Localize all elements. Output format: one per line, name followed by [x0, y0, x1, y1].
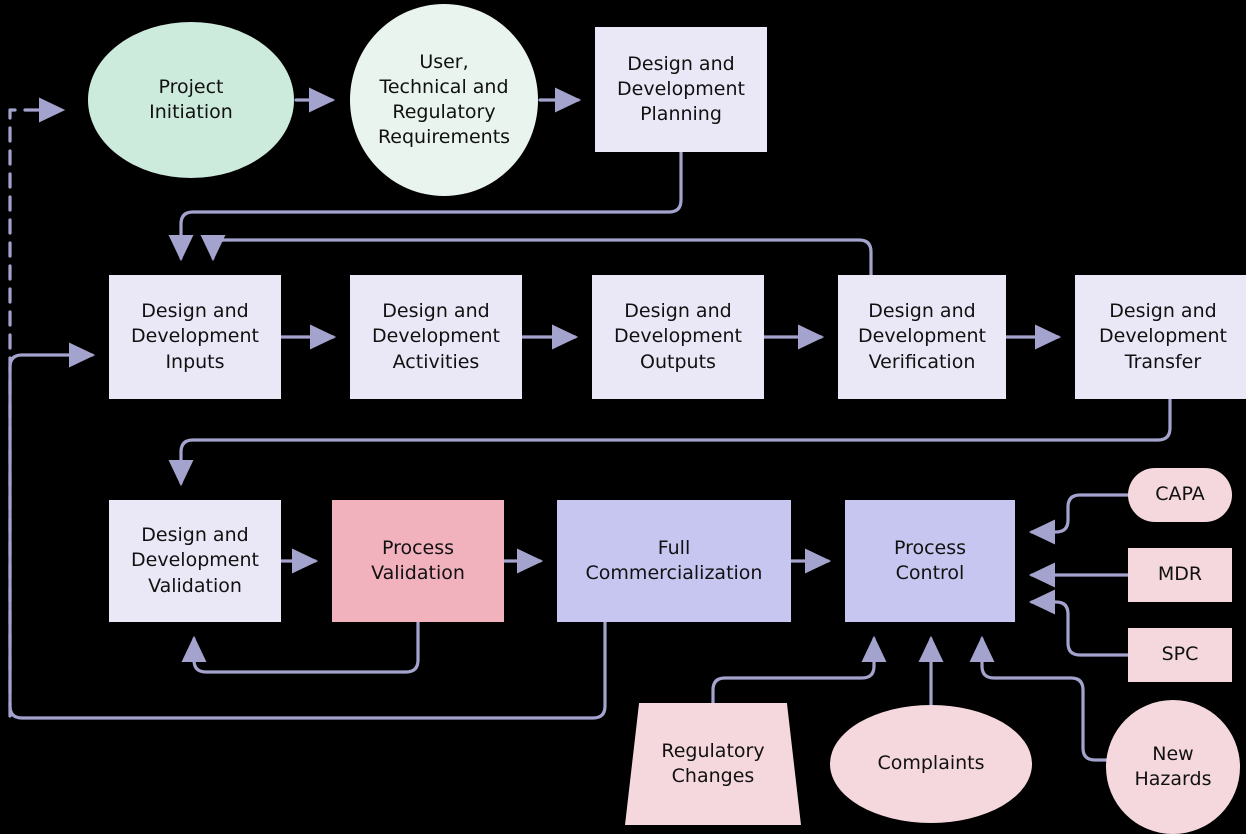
edge-spc-to-process-control — [1028, 589, 1130, 657]
node-label-line: Development — [858, 325, 986, 348]
node-new-hazards[interactable]: New Hazards — [1106, 700, 1240, 834]
node-label-line: Design and — [141, 300, 249, 323]
node-label-line: Initiation — [149, 101, 233, 123]
node-label-line: Design and — [141, 524, 249, 547]
node-label-line: Planning — [640, 103, 722, 126]
edge-commercialization-to-inputs-loop — [8, 342, 607, 720]
node-label-line: Design and — [1109, 300, 1217, 323]
node-label-line: Commercialization — [585, 562, 763, 584]
node-dd-activities[interactable]: Design and Development Activities — [350, 275, 522, 399]
node-label-line: Development — [614, 325, 742, 348]
node-label-line: Control — [895, 562, 965, 584]
node-label-line: Development — [1099, 325, 1227, 348]
node-dd-transfer[interactable]: Design and Development Transfer — [1075, 275, 1246, 399]
node-full-commercialization[interactable]: Full Commercialization — [557, 500, 791, 622]
node-label-line: Technical and — [379, 75, 509, 98]
node-label-line: Validation — [148, 574, 242, 597]
node-dd-outputs[interactable]: Design and Development Outputs — [592, 275, 764, 399]
edge-verification-to-inputs — [200, 234, 873, 277]
node-label-line: Process — [893, 536, 967, 559]
node-label-line: CAPA — [1155, 483, 1205, 506]
node-label-line: Activities — [392, 350, 480, 373]
node-label-line: Inputs — [165, 350, 225, 373]
node-label-line: Development — [617, 77, 745, 100]
node-label-line: User, — [419, 50, 469, 73]
node-regulatory-changes[interactable]: Regulatory Changes — [625, 703, 801, 825]
edge-process-validation-to-validation-loop — [181, 620, 420, 674]
node-label-line: Complaints — [877, 752, 985, 775]
edge-regulatory-changes-to-process-control — [711, 635, 887, 705]
node-label-line: Development — [372, 325, 500, 348]
node-label-line: MDR — [1157, 563, 1203, 586]
node-dd-verification[interactable]: Design and Development Verification — [838, 275, 1006, 399]
node-dd-validation[interactable]: Design and Development Validation — [109, 500, 281, 622]
edge-external-to-project-initiation — [8, 97, 66, 718]
node-label-line: Design and — [868, 300, 976, 323]
node-label-line: Regulatory — [661, 739, 765, 762]
node-label-line: Design and — [624, 300, 732, 323]
node-label-line: Development — [131, 325, 259, 348]
node-label-line: Full — [657, 536, 691, 559]
node-dd-planning[interactable]: Design and Development Planning — [595, 27, 767, 152]
node-process-control[interactable]: Process Control — [845, 500, 1015, 622]
node-mdr[interactable]: MDR — [1128, 548, 1232, 602]
node-label-line: Requirements — [377, 126, 511, 149]
node-requirements[interactable]: User, Technical and Regulatory Requireme… — [350, 4, 538, 196]
node-label-line: Hazards — [1134, 768, 1212, 790]
node-process-validation[interactable]: Process Validation — [332, 500, 504, 622]
flowchart-canvas: Project Initiation User, Technical and R… — [0, 0, 1246, 834]
node-label-line: Validation — [371, 562, 465, 584]
edge-transfer-to-validation — [168, 397, 1172, 487]
node-dd-inputs[interactable]: Design and Development Inputs — [109, 275, 281, 399]
node-label-line: Outputs — [640, 350, 716, 373]
node-label-line: Design and — [627, 52, 735, 75]
node-label-line: New — [1152, 742, 1194, 765]
node-complaints[interactable]: Complaints — [830, 705, 1032, 823]
node-label-line: Regulatory — [392, 101, 496, 123]
node-label-line: Changes — [671, 765, 755, 787]
node-label-line: Transfer — [1124, 350, 1202, 373]
node-label-line: Process — [381, 536, 455, 559]
node-label-line: Project — [158, 75, 224, 98]
node-capa[interactable]: CAPA — [1128, 468, 1232, 522]
node-label-line: Verification — [868, 350, 976, 373]
node-label-line: SPC — [1161, 643, 1199, 666]
node-spc[interactable]: SPC — [1128, 628, 1232, 682]
edge-capa-to-process-control — [1028, 493, 1130, 545]
node-label-line: Design and — [382, 300, 490, 323]
node-project-initiation[interactable]: Project Initiation — [88, 22, 294, 178]
node-label-line: Development — [131, 549, 259, 572]
